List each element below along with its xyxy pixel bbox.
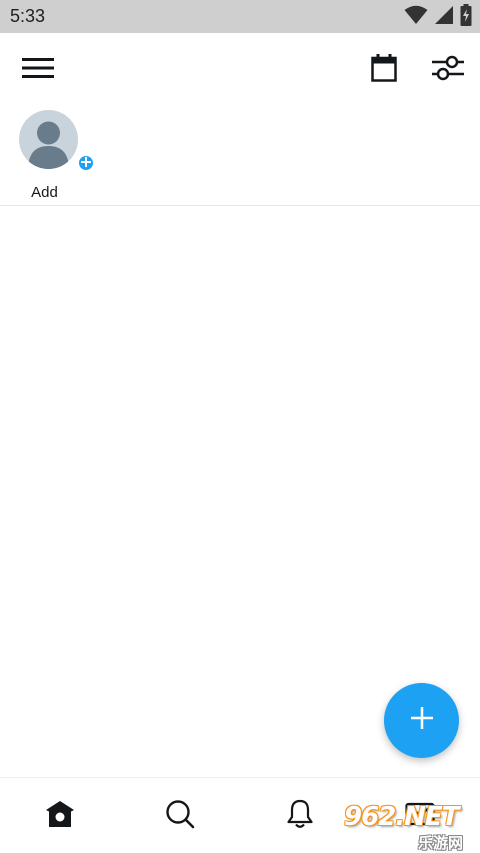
tab-search[interactable] bbox=[160, 798, 200, 834]
tab-home[interactable] bbox=[40, 798, 80, 834]
home-icon bbox=[45, 800, 75, 833]
calendar-icon bbox=[371, 53, 397, 87]
story-row: Add bbox=[0, 105, 480, 206]
default-avatar-icon bbox=[19, 121, 78, 169]
watermark-subtext: 乐游网 bbox=[418, 834, 464, 852]
filter-settings-button[interactable] bbox=[431, 53, 465, 87]
status-time: 5:33 bbox=[10, 6, 46, 26]
menu-button[interactable] bbox=[21, 53, 55, 87]
calendar-button[interactable] bbox=[367, 53, 401, 87]
wifi-icon bbox=[404, 5, 428, 30]
status-bar: 5:33 bbox=[0, 0, 480, 33]
screen: 5:33 Add 962.NET 乐游网 bbox=[0, 0, 480, 853]
watermark-text: 962.NET bbox=[344, 802, 459, 832]
search-icon bbox=[165, 799, 195, 834]
signal-icon bbox=[434, 5, 454, 30]
bell-icon bbox=[286, 799, 314, 834]
tab-notifications[interactable] bbox=[280, 798, 320, 834]
sliders-icon bbox=[432, 54, 464, 87]
status-icons bbox=[404, 3, 472, 31]
plus-icon bbox=[81, 154, 91, 172]
add-story-item[interactable]: Add bbox=[19, 110, 95, 201]
story-label: Add bbox=[31, 184, 58, 201]
battery-charging-icon bbox=[460, 3, 472, 31]
top-app-bar bbox=[0, 33, 480, 105]
plus-icon bbox=[410, 707, 433, 734]
menu-icon bbox=[22, 57, 54, 84]
add-badge[interactable] bbox=[77, 154, 95, 172]
avatar[interactable] bbox=[19, 110, 78, 169]
compose-fab[interactable] bbox=[384, 683, 459, 758]
watermark-logo: 962.NET 乐游网 bbox=[340, 800, 480, 853]
